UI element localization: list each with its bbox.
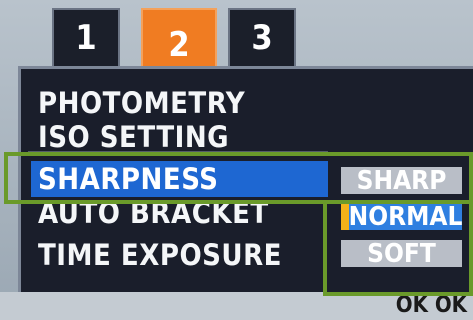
menu-item-photometry[interactable]: PHOTOMETRY (38, 85, 245, 121)
menu-item-auto-bracket[interactable]: AUTO BRACKET (38, 202, 269, 228)
tab-3[interactable]: 3 (228, 8, 296, 68)
option-soft[interactable]: SOFT (341, 239, 462, 269)
divider (28, 151, 328, 153)
menu-item-time-exposure[interactable]: TIME EXPOSURE (38, 237, 282, 273)
menu-item-sharpness[interactable]: SHARPNESS (31, 161, 328, 197)
option-sharp[interactable]: SHARP (341, 166, 462, 196)
ok-indicator: OK OK (395, 293, 467, 318)
menu-item-iso-setting[interactable]: ISO SETTING (38, 119, 229, 152)
tab-3-label: 3 (251, 18, 273, 58)
tab-1-label: 1 (75, 18, 97, 58)
option-normal[interactable]: NORMAL (341, 202, 462, 232)
tab-1[interactable]: 1 (52, 8, 120, 68)
tab-2-label: 2 (168, 25, 190, 65)
